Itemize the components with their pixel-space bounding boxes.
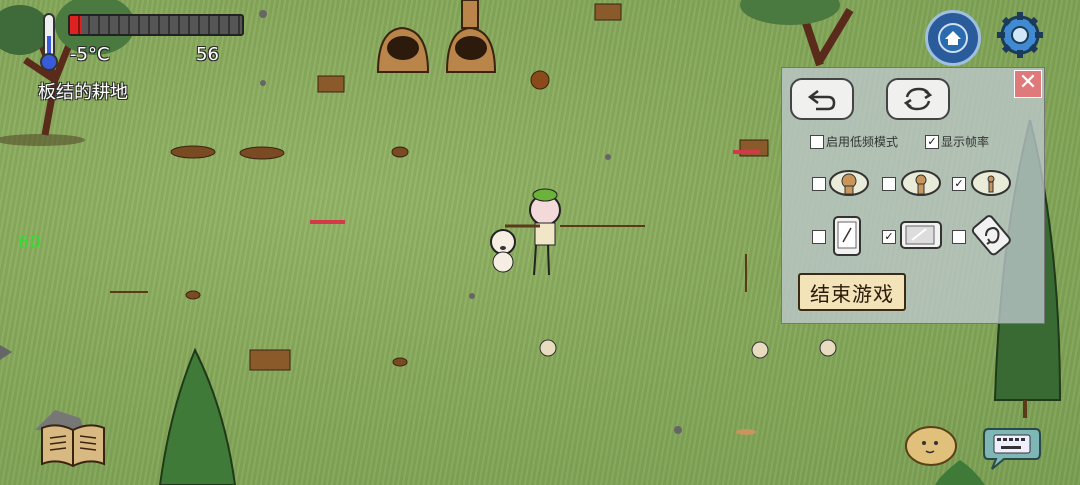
dirt-mounds [170, 145, 409, 367]
orientation-portrait-checkbox[interactable] [812, 230, 826, 244]
burdock [530, 70, 550, 90]
phone-portrait-icon [833, 216, 861, 256]
kiln [376, 0, 497, 73]
emote-button[interactable] [904, 425, 958, 471]
settings-panel: ✕ 启用低频模式 ✓ 显示帧率 ✓ ✓ 结束游戏 [781, 67, 1045, 324]
logs [249, 349, 291, 371]
low-freq-checkbox[interactable] [810, 135, 824, 149]
health-bar-fill [70, 16, 83, 34]
orientation-landscape[interactable] [900, 220, 942, 254]
eye-full-icon [829, 170, 869, 196]
home-icon [938, 23, 968, 53]
view-option-2-checkbox[interactable] [882, 177, 896, 191]
undo-button[interactable] [790, 78, 854, 120]
basket [317, 75, 345, 93]
view-option-3-checkbox[interactable]: ✓ [952, 177, 966, 191]
health-bar [68, 14, 244, 36]
recipe-book-button[interactable] [40, 422, 106, 472]
view-option-1[interactable] [828, 168, 870, 202]
biome-label: 板结的耕地 [38, 82, 128, 103]
view-option-3[interactable] [970, 168, 1012, 202]
fps-counter: 60 [18, 232, 41, 253]
book-icon [41, 424, 105, 468]
sync-button[interactable] [886, 78, 950, 120]
flat-stone [736, 429, 756, 435]
temperature-readout: -5°C [70, 44, 110, 65]
thermometer-icon [38, 12, 60, 72]
gear-icon [997, 12, 1043, 58]
orientation-landscape-checkbox[interactable]: ✓ [882, 230, 896, 244]
baby-character [490, 229, 516, 273]
orientation-portrait[interactable] [832, 216, 862, 260]
home-button[interactable] [925, 10, 981, 66]
eye-small-icon [971, 170, 1011, 196]
basket [594, 3, 622, 21]
orientation-auto-checkbox[interactable] [952, 230, 966, 244]
potato-icon [905, 426, 957, 466]
view-option-2[interactable] [900, 168, 942, 202]
view-option-1-checkbox[interactable] [812, 177, 826, 191]
settings-button[interactable] [995, 10, 1045, 60]
mushrooms [539, 339, 837, 359]
show-fps-checkbox[interactable]: ✓ [925, 135, 939, 149]
keyboard-icon [983, 428, 1041, 470]
sync-icon [903, 87, 933, 111]
show-fps-label: 显示帧率 [941, 135, 990, 149]
sticks [110, 225, 747, 293]
food-counter: 56 [196, 44, 219, 65]
tree-top-right [740, 0, 854, 67]
chat-button[interactable] [982, 423, 1042, 475]
eye-medium-icon [901, 170, 941, 196]
end-game-button[interactable]: 结束游戏 [798, 273, 906, 311]
phone-landscape-icon [900, 221, 942, 249]
low-freq-label: 启用低频模式 [826, 135, 899, 149]
close-button[interactable]: ✕ [1014, 70, 1042, 98]
orientation-auto[interactable] [970, 214, 1014, 262]
rotate-screen-icon [971, 215, 1011, 256]
undo-icon [807, 90, 836, 111]
